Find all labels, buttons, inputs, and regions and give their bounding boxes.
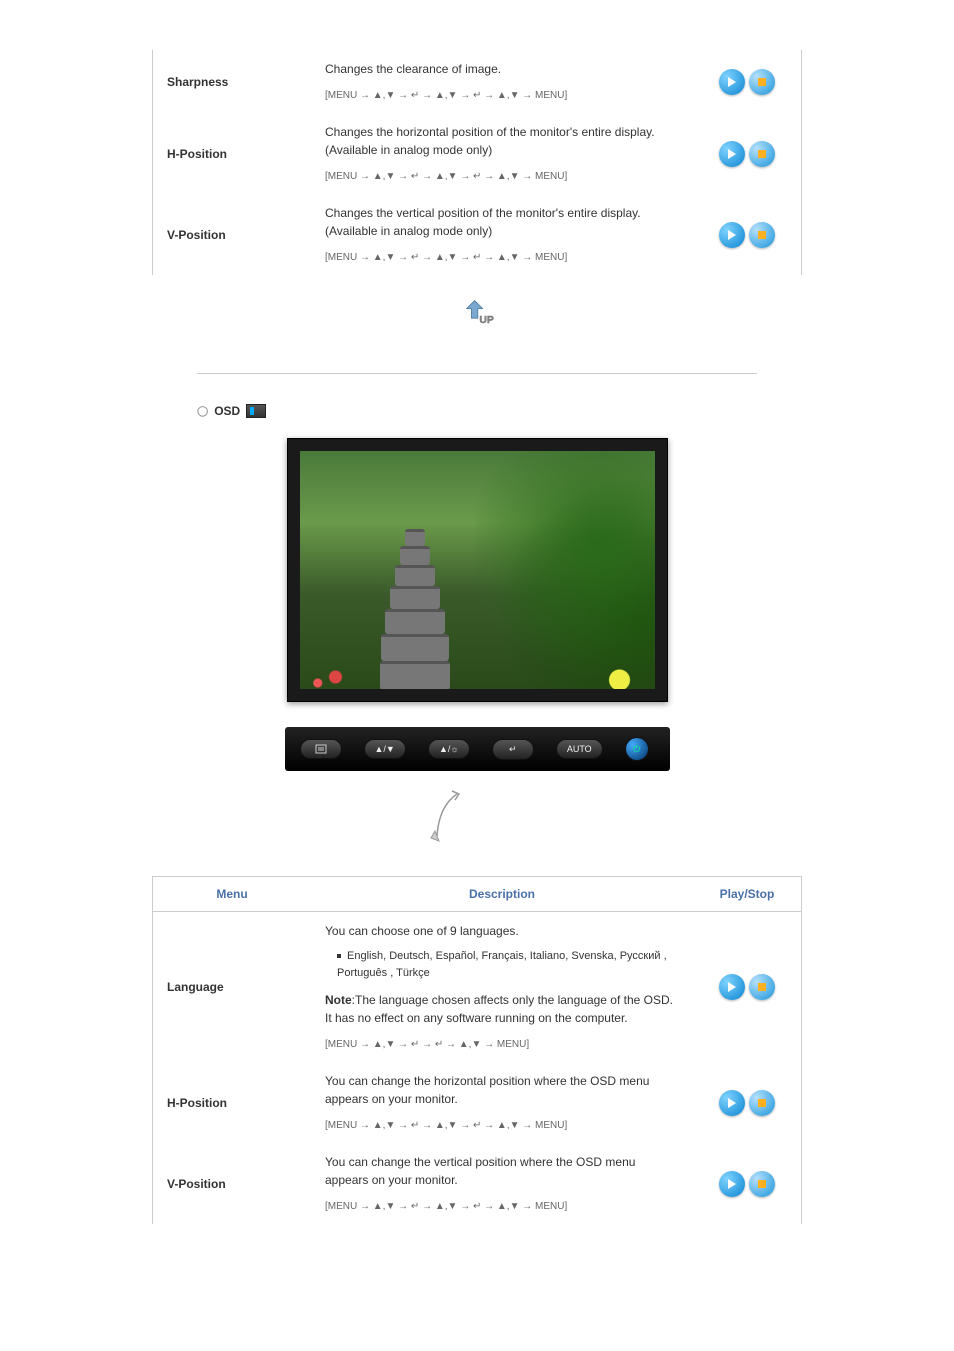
setting-description: Changes the clearance of image. [MENU → … — [311, 50, 693, 113]
monitor-control-strip: ▲/▼ ▲/☼ ↵ AUTO ⏻ — [285, 727, 670, 771]
back-to-top-button[interactable]: UP — [30, 300, 924, 333]
preview-image — [300, 451, 655, 689]
play-icon[interactable] — [719, 1171, 745, 1197]
setting-description: You can change the vertical position whe… — [311, 1143, 693, 1224]
bullet-icon: ◯ — [197, 406, 208, 417]
language-list: English, Deutsch, Español, Français, Ita… — [325, 948, 679, 981]
play-icon[interactable] — [719, 1090, 745, 1116]
pointer-arrow-icon — [417, 786, 537, 846]
menu-sequence: [MENU → ▲,▼ → ↵ → ↵ → ▲,▼ → MENU] — [325, 1037, 679, 1052]
desc-text: You can change the horizontal position w… — [325, 1074, 649, 1106]
setting-description: Changes the vertical position of the mon… — [311, 194, 693, 275]
auto-button[interactable]: AUTO — [556, 739, 603, 759]
setting-description: You can change the horizontal position w… — [311, 1062, 693, 1143]
header-playstop: Play/Stop — [693, 877, 802, 912]
play-icon[interactable] — [719, 141, 745, 167]
menu-sequence: [MENU → ▲,▼ → ↵ → ▲,▼ → ↵ → ▲,▼ → MENU] — [325, 1199, 679, 1214]
enter-button[interactable]: ↵ — [492, 739, 534, 760]
setting-name: Sharpness — [153, 50, 312, 113]
menu-sequence: [MENU → ▲,▼ → ↵ → ▲,▼ → ↵ → ▲,▼ → MENU] — [325, 169, 679, 184]
desc-text: Changes the vertical position of the mon… — [325, 206, 641, 220]
menu-sequence: [MENU → ▲,▼ → ↵ → ▲,▼ → ↵ → ▲,▼ → MENU] — [325, 88, 679, 103]
brightness-button[interactable]: ▲/☼ — [428, 739, 470, 759]
stop-icon[interactable] — [749, 222, 775, 248]
table-row: H-Position Changes the horizontal positi… — [153, 113, 802, 194]
svg-text:UP: UP — [479, 315, 494, 326]
setting-description: Changes the horizontal position of the m… — [311, 113, 693, 194]
stop-icon[interactable] — [749, 141, 775, 167]
desc-text: You can change the vertical position whe… — [325, 1155, 635, 1187]
language-intro: You can choose one of 9 languages. — [325, 924, 519, 938]
table-row: Language You can choose one of 9 languag… — [153, 912, 802, 1063]
desc-text: Changes the horizontal position of the m… — [325, 125, 655, 139]
setting-name: H-Position — [153, 113, 312, 194]
desc-text: Changes the clearance of image. — [325, 62, 501, 76]
table-row: H-Position You can change the horizontal… — [153, 1062, 802, 1143]
header-description: Description — [311, 877, 693, 912]
setting-name: V-Position — [153, 194, 312, 275]
note-label: Note — [325, 993, 352, 1007]
picture-settings-table: Sharpness Changes the clearance of image… — [152, 50, 802, 275]
note-text: :The language chosen affects only the la… — [325, 993, 673, 1025]
table-row: V-Position Changes the vertical position… — [153, 194, 802, 275]
table-row: Sharpness Changes the clearance of image… — [153, 50, 802, 113]
table-header-row: Menu Description Play/Stop — [153, 877, 802, 912]
osd-heading-text: OSD — [214, 404, 240, 418]
setting-description: You can choose one of 9 languages. Engli… — [311, 912, 693, 1063]
setting-name: V-Position — [153, 1143, 312, 1224]
osd-section-heading: ◯ OSD — [197, 404, 757, 418]
setting-name: H-Position — [153, 1062, 312, 1143]
language-list-text: English, Deutsch, Español, Français, Ita… — [337, 950, 667, 979]
up-down-button[interactable]: ▲/▼ — [364, 739, 406, 759]
osd-settings-table: Menu Description Play/Stop Language You … — [152, 876, 802, 1224]
stop-icon[interactable] — [749, 69, 775, 95]
osd-menu-icon — [246, 404, 266, 418]
setting-name: Language — [153, 912, 312, 1063]
desc-note: (Available in analog mode only) — [325, 143, 492, 157]
table-row: V-Position You can change the vertical p… — [153, 1143, 802, 1224]
header-menu: Menu — [153, 877, 312, 912]
menu-sequence: [MENU → ▲,▼ → ↵ → ▲,▼ → ↵ → ▲,▼ → MENU] — [325, 250, 679, 265]
section-divider — [197, 373, 757, 374]
menu-sequence: [MENU → ▲,▼ → ↵ → ▲,▼ → ↵ → ▲,▼ → MENU] — [325, 1118, 679, 1133]
stop-icon[interactable] — [749, 1171, 775, 1197]
osd-preview-monitor — [287, 438, 668, 702]
power-button[interactable]: ⏻ — [625, 737, 649, 761]
stop-icon[interactable] — [749, 1090, 775, 1116]
play-icon[interactable] — [719, 974, 745, 1000]
menu-button[interactable] — [300, 739, 342, 759]
play-icon[interactable] — [719, 222, 745, 248]
stop-icon[interactable] — [749, 974, 775, 1000]
play-icon[interactable] — [719, 69, 745, 95]
desc-note: (Available in analog mode only) — [325, 224, 492, 238]
